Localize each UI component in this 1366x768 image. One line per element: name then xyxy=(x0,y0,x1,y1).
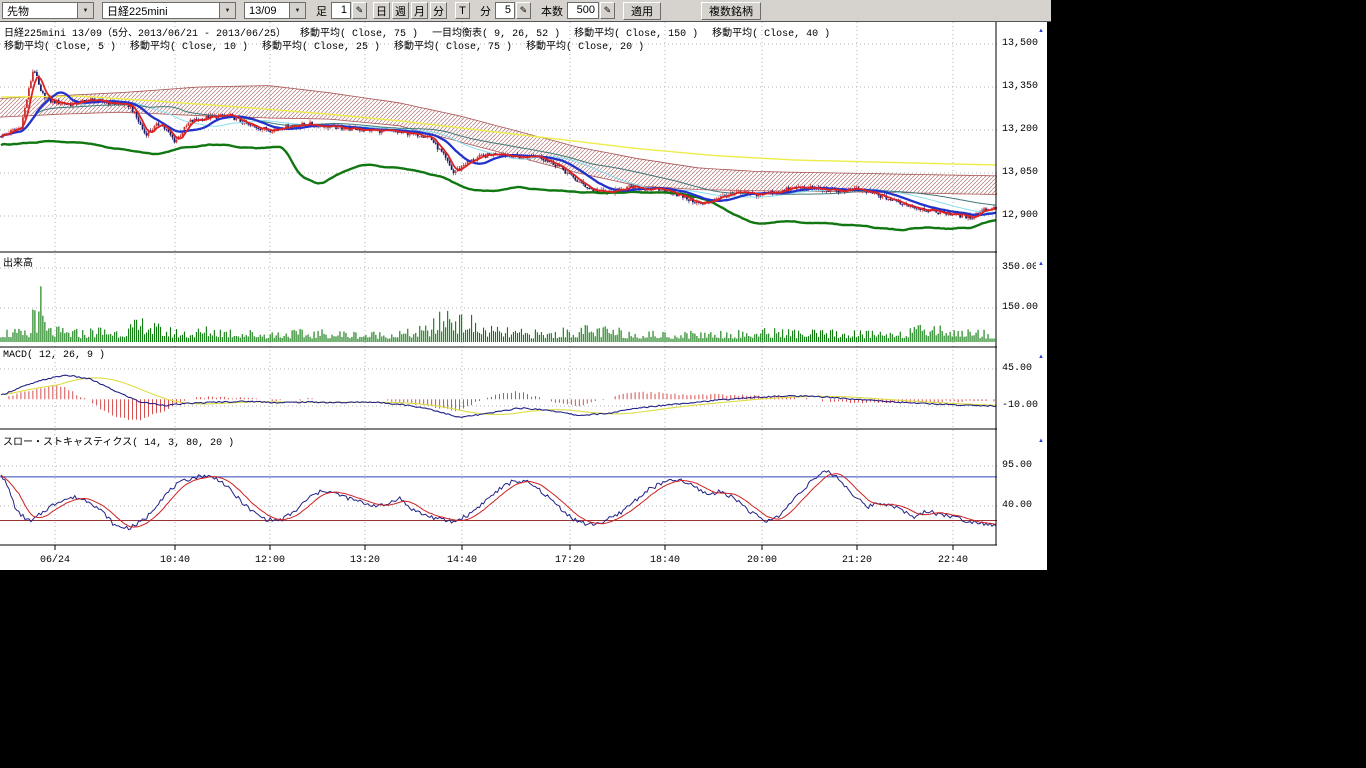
scale-scroll-up-button[interactable]: ▲ xyxy=(1036,435,1046,447)
time-tick-label: 22:40 xyxy=(938,555,968,566)
edit-icon[interactable]: ✎ xyxy=(600,2,615,19)
time-tick-label: 17:20 xyxy=(555,555,585,566)
bars-input[interactable]: 500 xyxy=(567,2,599,19)
timeframe-label: 足 xyxy=(316,3,327,19)
chevron-down-icon[interactable]: ▼ xyxy=(219,3,235,18)
chevron-down-icon[interactable]: ▼ xyxy=(289,3,305,18)
minute-input[interactable]: 5 xyxy=(495,2,515,19)
legend-item: 移動平均( Close, 5 ) xyxy=(4,42,116,53)
scale-scroll-up-button[interactable]: ▲ xyxy=(1036,25,1046,37)
chevron-down-icon[interactable]: ▼ xyxy=(77,3,93,18)
chart-legend-line2: 移動平均( Close, 5 ) 移動平均( Close, 10 ) 移動平均( C… xyxy=(4,37,658,53)
time-tick-label: 10:40 xyxy=(160,555,190,566)
edit-icon[interactable]: ✎ xyxy=(352,2,367,19)
time-tick-label: 14:40 xyxy=(447,555,477,566)
edit-icon[interactable]: ✎ xyxy=(516,2,531,19)
period-minute-button[interactable]: 分 xyxy=(430,2,447,19)
axis-tick-label: 13,050 xyxy=(1002,167,1038,178)
app-window: 先物 ▼ 日経225mini ▼ 13/09 ▼ 足 1 ✎ 日 週 月 分 T… xyxy=(0,0,1366,768)
legend-item: 移動平均( Close, 75 ) xyxy=(394,42,512,53)
macd-pane-label: MACD( 12, 26, 9 ) xyxy=(3,350,105,361)
price-scale-column: 13,500 13,350 13,200 13,050 12,900 350.00 150.… xyxy=(997,22,1047,570)
chart-window: 日経225mini 13/09（5分、2013/06/21 - 2013/06/… xyxy=(0,22,1047,570)
apply-button[interactable]: 適用 xyxy=(623,2,661,20)
contract-combo[interactable]: 13/09 ▼ xyxy=(244,2,306,19)
period-day-button[interactable]: 日 xyxy=(373,2,390,19)
axis-tick-label: 13,200 xyxy=(1002,124,1038,135)
time-tick-label: 06/24 xyxy=(40,555,70,566)
axis-tick-label: 350.00 xyxy=(1002,262,1038,273)
legend-item: 移動平均( Close, 25 ) xyxy=(262,42,380,53)
bars-label: 本数 xyxy=(541,3,563,19)
legend-item: 移動平均( Close, 10 ) xyxy=(130,42,248,53)
axis-tick-label: 45.00 xyxy=(1002,363,1032,374)
multi-symbol-button[interactable]: 複数銘柄 xyxy=(701,2,761,20)
volume-pane-label: 出来高 xyxy=(3,254,33,270)
legend-item: 移動平均( Close, 40 ) xyxy=(712,29,830,40)
stoch-pane-label: スロー・ストキャスティクス( 14, 3, 80, 20 ) xyxy=(3,433,234,449)
time-tick-label: 21:20 xyxy=(842,555,872,566)
interval-input[interactable]: 1 xyxy=(331,2,351,19)
market-combo-value: 先物 xyxy=(3,3,77,19)
axis-tick-label: 150.00 xyxy=(1002,302,1038,313)
minute-label: 分 xyxy=(480,3,491,19)
axis-tick-label: -10.00 xyxy=(1002,400,1038,411)
contract-combo-value: 13/09 xyxy=(245,5,289,17)
legend-item: 移動平均( Close, 20 ) xyxy=(526,42,644,53)
period-month-button[interactable]: 月 xyxy=(411,2,428,19)
time-tick-label: 12:00 xyxy=(255,555,285,566)
scale-scroll-up-button[interactable]: ▲ xyxy=(1036,351,1046,363)
chart-canvas[interactable] xyxy=(0,22,997,553)
period-week-button[interactable]: 週 xyxy=(392,2,409,19)
axis-tick-label: 12,900 xyxy=(1002,210,1038,221)
axis-tick-label: 95.00 xyxy=(1002,460,1032,471)
time-axis: 06/24 10:40 12:00 13:20 14:40 17:20 18:40 20:00… xyxy=(0,551,997,570)
scale-scroll-up-button[interactable]: ▲ xyxy=(1036,258,1046,270)
tick-button[interactable]: T xyxy=(455,2,470,19)
symbol-combo-value: 日経225mini xyxy=(103,3,219,19)
time-tick-label: 20:00 xyxy=(747,555,777,566)
toolbar: 先物 ▼ 日経225mini ▼ 13/09 ▼ 足 1 ✎ 日 週 月 分 T… xyxy=(0,0,1051,22)
axis-tick-label: 13,500 xyxy=(1002,38,1038,49)
time-tick-label: 18:40 xyxy=(650,555,680,566)
symbol-combo[interactable]: 日経225mini ▼ xyxy=(102,2,236,19)
market-combo[interactable]: 先物 ▼ xyxy=(2,2,94,19)
time-tick-label: 13:20 xyxy=(350,555,380,566)
axis-tick-label: 13,350 xyxy=(1002,81,1038,92)
axis-tick-label: 40.00 xyxy=(1002,500,1032,511)
